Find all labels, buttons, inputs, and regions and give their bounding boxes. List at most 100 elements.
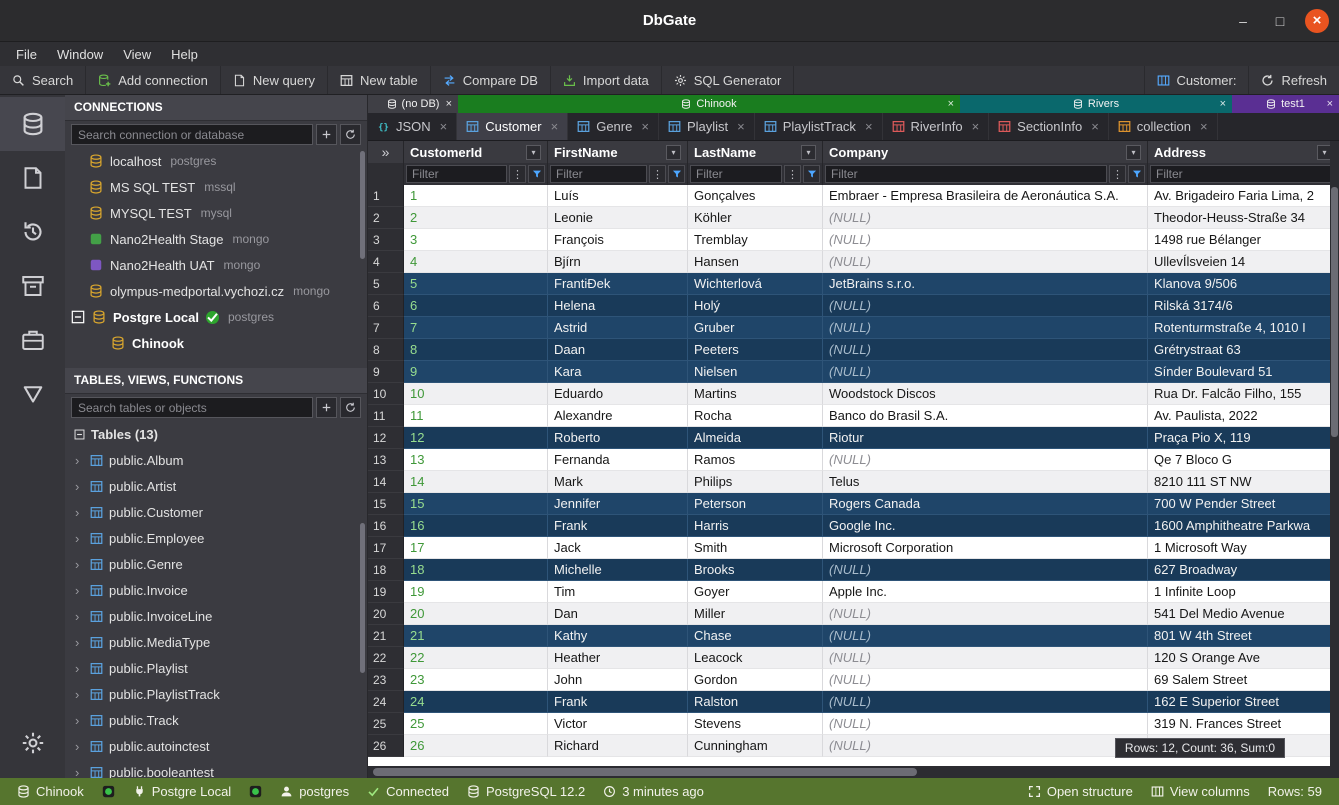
filter-input-customerid[interactable] [406,165,507,183]
cell-company[interactable]: (NULL) [823,251,1148,273]
cell-firstname[interactable]: Mark [548,471,688,493]
status-indicator[interactable] [93,785,124,798]
cell-address[interactable]: 700 W Pender Street [1148,493,1339,515]
connection-item[interactable]: MYSQL TESTmysql [65,200,367,226]
column-header-firstname[interactable]: FirstName▾ [548,141,688,163]
filter-funnel-icon[interactable] [528,165,545,183]
table-row[interactable]: 88DaanPeeters(NULL)Grétrystraat 63 [368,339,1339,361]
cell-firstname[interactable]: Jennifer [548,493,688,515]
cell-company[interactable]: (NULL) [823,339,1148,361]
cell-firstname[interactable]: Frank [548,691,688,713]
row-number[interactable]: 15 [368,493,404,515]
cell-address[interactable]: Praça Pio X, 119 [1148,427,1339,449]
cell-firstname[interactable]: Richard [548,735,688,757]
cell-lastname[interactable]: Almeida [688,427,823,449]
cell-customerid[interactable]: 16 [404,515,548,537]
tables-scrollbar[interactable] [360,523,365,673]
cell-company[interactable]: (NULL) [823,625,1148,647]
status-chinook[interactable]: Chinook [8,784,93,799]
cell-address[interactable]: Av. Paulista, 2022 [1148,405,1339,427]
cell-customerid[interactable]: 10 [404,383,548,405]
status-postgre-local[interactable]: Postgre Local [124,784,241,799]
cell-firstname[interactable]: Eduardo [548,383,688,405]
cell-firstname[interactable]: Dan [548,603,688,625]
cell-company[interactable]: (NULL) [823,317,1148,339]
cell-company[interactable]: (NULL) [823,295,1148,317]
refresh-tables-button[interactable] [340,397,361,418]
row-number[interactable]: 26 [368,735,404,757]
toolbar-new-table[interactable]: New table [328,66,431,94]
filter-funnel-icon[interactable] [668,165,685,183]
filter-input-firstname[interactable] [550,165,647,183]
tab-group-no-db[interactable]: (no DB)× [368,95,458,113]
column-dropdown-icon[interactable]: ▾ [801,145,816,160]
connections-scrollbar[interactable] [360,151,365,259]
status-connected[interactable]: Connected [358,784,458,799]
connection-item[interactable]: Postgre Localpostgres [65,304,367,330]
rail-database-icon[interactable] [0,97,65,151]
table-item[interactable]: ›public.Employee [65,525,367,551]
cell-address[interactable]: Theodor-Heuss-Straße 34 [1148,207,1339,229]
cell-company[interactable]: (NULL) [823,229,1148,251]
column-header-address[interactable]: Address▾ [1148,141,1339,163]
cell-company[interactable]: (NULL) [823,691,1148,713]
cell-firstname[interactable]: Kara [548,361,688,383]
filter-funnel-icon[interactable] [1128,165,1145,183]
status-open-structure[interactable]: Open structure [1019,784,1142,799]
cell-customerid[interactable]: 20 [404,603,548,625]
table-row[interactable]: 1717JackSmithMicrosoft Corporation1 Micr… [368,537,1339,559]
connection-item[interactable]: Chinook [65,330,367,356]
menu-view[interactable]: View [113,42,161,66]
rail-triangle-icon[interactable] [0,367,65,421]
cell-lastname[interactable]: Leacock [688,647,823,669]
cell-address[interactable]: 1498 rue Bélanger [1148,229,1339,251]
table-row[interactable]: 2525VictorStevens(NULL)319 N. Frances St… [368,713,1339,735]
cell-firstname[interactable]: John [548,669,688,691]
table-row[interactable]: 44BjírnHansen(NULL)UllevÍlsveien 14 [368,251,1339,273]
cell-lastname[interactable]: Nielsen [688,361,823,383]
toolbar-import-data[interactable]: Import data [551,66,662,94]
row-number[interactable]: 4 [368,251,404,273]
cell-lastname[interactable]: Hansen [688,251,823,273]
filter-menu-icon[interactable]: ⋮ [509,165,526,183]
menu-file[interactable]: File [6,42,47,66]
status-3-minutes-ago[interactable]: 3 minutes ago [594,784,713,799]
table-item[interactable]: ›public.MediaType [65,629,367,655]
cell-company[interactable]: Embraer - Empresa Brasileira de Aeronáut… [823,185,1148,207]
column-header-lastname[interactable]: LastName▾ [688,141,823,163]
cell-customerid[interactable]: 9 [404,361,548,383]
cell-firstname[interactable]: Heather [548,647,688,669]
table-row[interactable]: 2121KathyChase(NULL)801 W 4th Street [368,625,1339,647]
cell-firstname[interactable]: Frank [548,515,688,537]
status-rows-59[interactable]: Rows: 59 [1259,784,1331,799]
tables-search-input[interactable] [71,397,313,418]
filter-menu-icon[interactable]: ⋮ [1109,165,1126,183]
cell-company[interactable]: Banco do Brasil S.A. [823,405,1148,427]
cell-company[interactable]: Apple Inc. [823,581,1148,603]
cell-address[interactable]: 801 W 4th Street [1148,625,1339,647]
cell-firstname[interactable]: François [548,229,688,251]
table-item[interactable]: ›public.Playlist [65,655,367,681]
menu-window[interactable]: Window [47,42,113,66]
cell-address[interactable]: 541 Del Medio Avenue [1148,603,1339,625]
rail-history-icon[interactable] [0,205,65,259]
cell-customerid[interactable]: 7 [404,317,548,339]
tab-customer[interactable]: Customer× [457,113,568,140]
rail-briefcase-icon[interactable] [0,313,65,367]
tab-sectioninfo[interactable]: SectionInfo× [989,113,1109,140]
cell-address[interactable]: Rua Dr. Falcão Filho, 155 [1148,383,1339,405]
table-item[interactable]: ›public.Genre [65,551,367,577]
cell-customerid[interactable]: 17 [404,537,548,559]
cell-firstname[interactable]: Astrid [548,317,688,339]
tab-close-icon[interactable]: × [1091,119,1099,134]
cell-company[interactable]: (NULL) [823,735,1148,757]
row-number[interactable]: 1 [368,185,404,207]
cell-address[interactable]: Grétrystraat 63 [1148,339,1339,361]
cell-lastname[interactable]: Harris [688,515,823,537]
row-number[interactable]: 17 [368,537,404,559]
cell-lastname[interactable]: Gordon [688,669,823,691]
refresh-connections-button[interactable] [340,124,361,145]
cell-customerid[interactable]: 25 [404,713,548,735]
vertical-scrollbar[interactable] [1330,141,1339,766]
cell-company[interactable]: Telus [823,471,1148,493]
